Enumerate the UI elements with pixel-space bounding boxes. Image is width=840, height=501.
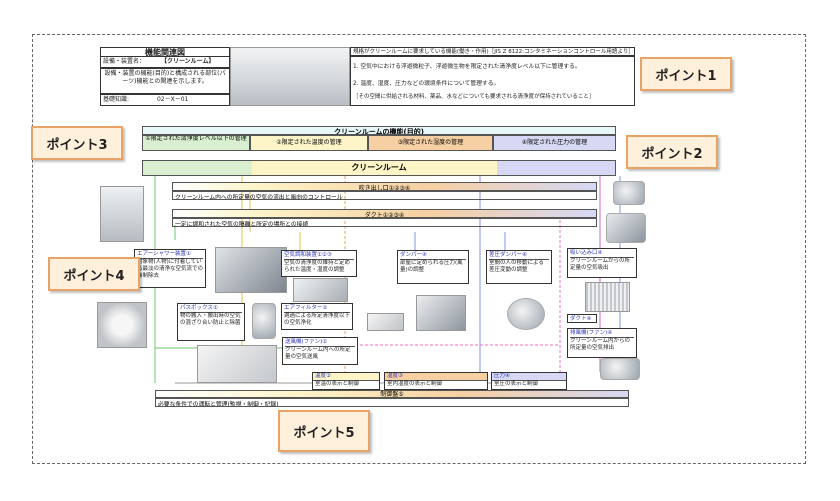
pass-box-box: パスボックス① 物の搬入・搬出時の空気の混ざり合い防止と除菌 bbox=[177, 303, 245, 341]
press-desc: 室圧の表示と制御 bbox=[494, 380, 539, 387]
temp-box: 温度② 室温の表示と制御 bbox=[312, 372, 380, 390]
supply-fan-box: 送風機(ファン)① クリーンルーム内への所定量の空気送風 bbox=[282, 337, 358, 365]
air-shower-photo bbox=[100, 186, 144, 242]
humid-box: 湿度③ 室内湿度の表示と制御 bbox=[384, 372, 488, 390]
control-panel-title: 制御盤⑤ bbox=[155, 390, 629, 398]
purpose-title: クリーンルームの機能(目的) bbox=[142, 126, 616, 135]
air-filter-title: エアフィルター① bbox=[284, 305, 350, 313]
point-4-callout: ポイント4 bbox=[48, 257, 140, 291]
diff-damper-title: 差圧ダンパー④ bbox=[489, 252, 549, 260]
duct-title: ダクト①②③④ bbox=[172, 209, 597, 218]
diff-damper-box: 差圧ダンパー④ 室間の人の移動による差圧変動の調整 bbox=[486, 250, 552, 284]
supply-fan-title: 送風機(ファン)① bbox=[285, 339, 355, 347]
air-filter-desc: 適過による所定清浄度以下の空気浄化 bbox=[284, 312, 350, 326]
basic-knowledge-row: 基礎知識: 02－X－01 bbox=[100, 94, 230, 106]
cleanroom-photo bbox=[230, 47, 350, 106]
ahu-photo bbox=[215, 247, 287, 293]
pass-box-photo bbox=[97, 302, 147, 348]
diff-damper-desc: 室間の人の移動による差圧変動の調整 bbox=[489, 259, 544, 273]
duct-desc: 一定に調和された空気の隔離と所定の場所との接続 bbox=[172, 218, 597, 227]
purpose-col-2: ②限定された温度の管理 bbox=[250, 135, 368, 151]
control-panel-photo bbox=[197, 345, 277, 383]
air-shower-desc: 対象物(人物)に付着している最淡の清浄な空気流での強制除去 bbox=[137, 258, 204, 279]
intake-title: 吸い込み口④ bbox=[570, 250, 634, 258]
exhaust-box: 排風機(ファン)④ クリーンルーム内からの所定量の空気排出 bbox=[567, 328, 637, 358]
ahu-box: 空気調和装置①②③ 空気の清浄度の維持と定められた温度・湿度の調整 bbox=[281, 250, 357, 277]
point-2-callout: ポイント2 bbox=[626, 135, 718, 169]
equipment-row: 設備・装置名： 【クリーンルーム】 bbox=[100, 56, 230, 68]
basic-knowledge-code: 02－X－01 bbox=[156, 96, 189, 103]
air-shower-title: エアーシャワー装置① bbox=[137, 251, 203, 259]
blowout-title: 吹き出し口①②③④ bbox=[172, 182, 597, 191]
exhaust-desc: クリーンルーム内からの所定量の空気排出 bbox=[570, 337, 631, 351]
humid-title: 湿度③ bbox=[385, 373, 487, 381]
purpose-col-1: ①限定された清浄度レベル以下の管理 bbox=[142, 135, 250, 151]
temp-desc: 室温の表示と制御 bbox=[315, 380, 360, 387]
damper-photo bbox=[416, 295, 466, 331]
point-1-callout: ポイント1 bbox=[640, 57, 732, 91]
point-3-callout: ポイント3 bbox=[31, 126, 123, 160]
control-panel-desc: 必要な条件での運転と管理(監視・制御・記録) bbox=[155, 398, 629, 407]
ahu-unit-photo bbox=[293, 278, 348, 302]
pass-box-desc: 物の搬入・搬出時の空気の混ざり合い防止と除菌 bbox=[180, 312, 241, 326]
purpose-col-4: ④限定された圧力の管理 bbox=[493, 135, 616, 151]
damper-desc: 部屋に定められる圧力(風量)の調整 bbox=[400, 259, 463, 273]
blowout-desc: クリーンルーム内への所定量の空気の流出と風向のコントロール bbox=[172, 191, 597, 200]
damper-title: ダンパー④ bbox=[400, 252, 466, 260]
intake-box: 吸い込み口④ クリーンルームからの所定量の空気吸出 bbox=[567, 248, 637, 278]
press-box: 圧力④ 室圧の表示と制御 bbox=[491, 372, 567, 390]
filter-photo bbox=[367, 313, 404, 331]
header-description: 設備・装置の機能(目的)と構成される部位(パーツ)機能との関連を示します。 bbox=[100, 68, 230, 94]
cleanroom-bar: クリーンルーム bbox=[142, 160, 616, 176]
purpose-col-3: ③限定された湿度の管理 bbox=[368, 135, 493, 151]
humid-desc: 室内湿度の表示と制御 bbox=[387, 380, 443, 387]
intake-desc: クリーンルームからの所定量の空気吸出 bbox=[570, 257, 631, 271]
exhaust-fan-icon bbox=[600, 358, 640, 380]
spec-line: 規格がクリーンルームに要求している機能(働き・作用)［JIS Z 8122:コン… bbox=[350, 47, 635, 56]
fan-motor-icon bbox=[252, 303, 276, 339]
basic-knowledge-label: 基礎知識: bbox=[103, 96, 130, 103]
point-5-callout: ポイント5 bbox=[278, 410, 370, 452]
exhaust-title: 排風機(ファン)④ bbox=[570, 330, 634, 338]
temp-title: 温度② bbox=[313, 373, 379, 381]
diagram-title: 機能関連図 bbox=[100, 47, 230, 56]
ahu-title: 空気調和装置①②③ bbox=[284, 252, 354, 260]
duct-photo-icon bbox=[606, 213, 646, 243]
damper-box: ダンパー④ 部屋に定められる圧力(風量)の調整 bbox=[397, 250, 469, 284]
equipment-name: 【クリーンルーム】 bbox=[160, 58, 215, 65]
air-shower-box: エアーシャワー装置① 対象物(人物)に付着している最淡の清浄な空気流での強制除去 bbox=[134, 249, 206, 288]
ahu-desc: 空気の清浄度の維持と定められた温度・湿度の調整 bbox=[284, 259, 351, 273]
spec-note: ［その空間に供給される材料、薬品、水などについても要求される清浄度が保持されてい… bbox=[353, 94, 595, 101]
intake-grille-photo bbox=[585, 282, 630, 312]
spec-items: 1. 空気中における浮遊微粒子、浮遊微生物を限定された清浄度レベル以下に管理する… bbox=[350, 56, 635, 106]
spec-item-2: 2. 温度、湿度、圧力などの環境条件について管理する。 bbox=[353, 81, 500, 88]
equipment-label: 設備・装置名： bbox=[103, 58, 146, 65]
spec-item-1: 1. 空気中における浮遊微粒子、浮遊微生物を限定された清浄度レベル以下に管理する… bbox=[353, 64, 581, 70]
pass-box-title: パスボックス① bbox=[180, 305, 242, 313]
diff-damper-icon bbox=[507, 298, 545, 330]
press-title: 圧力④ bbox=[492, 373, 566, 381]
supply-fan-desc: クリーンルーム内への所定量の空気送風 bbox=[285, 346, 351, 360]
duct4-label: ダクト④ bbox=[567, 314, 597, 323]
air-filter-box: エアフィルター① 適過による所定清浄度以下の空気浄化 bbox=[281, 303, 353, 330]
blowout-vent-icon bbox=[613, 181, 645, 205]
